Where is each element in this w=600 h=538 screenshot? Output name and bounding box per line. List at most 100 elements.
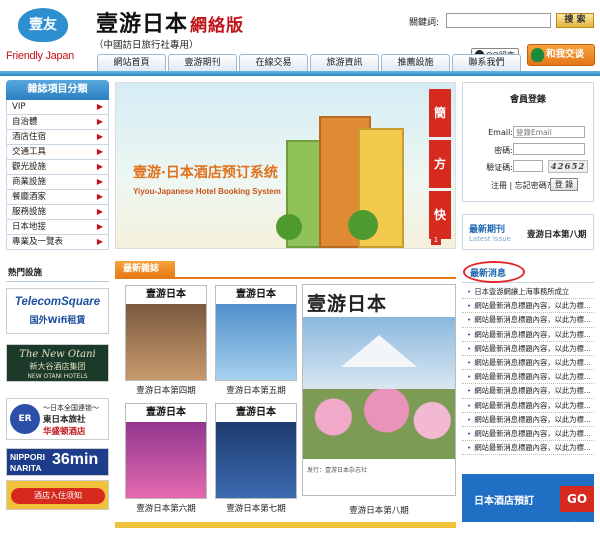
ad-narita-express[interactable]: NIPPORI NARITA 36min (6, 448, 109, 476)
chevron-right-icon: ▶ (96, 237, 103, 246)
magazine-caption[interactable]: 壹游日本第五期 (215, 384, 297, 396)
ad-hotel-notice[interactable]: 酒店入住须知 (6, 480, 109, 510)
magazine-item-7[interactable]: 壹游日本 壹游日本第七期 (215, 403, 297, 514)
search-button[interactable]: 搜 索 (556, 13, 594, 28)
hotel-booking-banner[interactable]: 壹游·日本酒店预订系统 Yiyou-Japanese Hotel Booking… (115, 82, 456, 249)
go-button[interactable]: GO > (560, 486, 594, 532)
bullet-icon: • (467, 315, 472, 325)
magazine-cover[interactable]: 壹游日本 (125, 285, 207, 381)
category-item-vip[interactable]: VIP ▶ (6, 100, 109, 115)
magazine-cover[interactable]: 壹游日本 (125, 403, 207, 499)
magazine-caption[interactable]: 壹游日本第七期 (215, 502, 297, 514)
featured-cover-footer: 发行：壹游日本杂志社 (303, 461, 455, 495)
category-label: 日本地接 (12, 222, 47, 232)
ad-washington-hotel[interactable]: ER ～日本全国連锁～ 東日本旅社 华盛顿酒店 (6, 398, 109, 440)
banner-page-number[interactable]: 1 (431, 235, 441, 245)
hotel-booking-label: 日本酒店預訂 (474, 496, 534, 507)
news-item[interactable]: • 網站最新消息標題內容，以此为標... (462, 427, 594, 442)
nav-tab-trade[interactable]: 在線交易 (239, 54, 308, 72)
ad-telecomsquare[interactable]: TelecomSquare 国外Wifi租賃 (6, 288, 109, 334)
chat-label: 和我交谈 (546, 49, 585, 60)
news-item[interactable]: • 網站最新消息標題內容，以此为標... (462, 342, 594, 356)
nav-tab-contact[interactable]: 聯系我們 (452, 54, 521, 72)
bullet-icon: • (467, 357, 472, 367)
register-link[interactable]: 注冊 (491, 181, 507, 190)
magazine-caption[interactable]: 壹游日本第四期 (125, 384, 207, 396)
magazine-cover[interactable]: 壹游日本 (215, 403, 297, 499)
magazine-item-4[interactable]: 壹游日本 壹游日本第四期 (125, 285, 207, 396)
magazine-item-5[interactable]: 壹游日本 壹游日本第五期 (215, 285, 297, 396)
news-item[interactable]: • 網站最新消息標題內容，以此为標... (462, 441, 594, 456)
password-field[interactable] (513, 143, 585, 155)
news-text: 網站最新消息標題內容，以此为標... (474, 372, 591, 382)
news-item[interactable]: • 網站最新消息標題內容，以此为標... (462, 413, 594, 427)
forgot-password-link[interactable]: 忘記密碼? (515, 181, 551, 190)
banner-tag: 簡單 (429, 89, 451, 168)
keyword-input[interactable] (446, 13, 551, 28)
news-item[interactable]: • 網站最新消息標題內容，以此为標... (462, 384, 594, 399)
latest-issue-label: 最新期刊 (469, 225, 506, 235)
email-field[interactable] (513, 126, 585, 138)
category-item-transport[interactable]: 交通工具 ▶ (6, 145, 109, 160)
news-item[interactable]: • 網站最新消息標題內容，以此为標... (462, 370, 594, 385)
logo[interactable]: 壹友 Friendly Japan (6, 6, 84, 68)
site-version: 網絡版 (190, 16, 245, 36)
captcha-image[interactable]: 42652 (548, 160, 588, 173)
ad-otani-name: The New Otani (19, 349, 96, 360)
nav-tab-travel-info[interactable]: 旅游資訊 (310, 54, 379, 72)
featured-cover-title: 壹游日本 (307, 293, 388, 315)
category-label: 自治體 (12, 117, 38, 127)
magazine-caption[interactable]: 壹游日本第六期 (125, 502, 207, 514)
category-label: 商業設施 (12, 177, 47, 187)
news-text: 網站最新消息標題內容，以此为標... (474, 329, 591, 339)
category-item-sightseeing[interactable]: 觀光設施 ▶ (6, 160, 109, 175)
featured-magazine-cover[interactable]: 壹游日本 发行：壹游日本杂志社 (302, 284, 456, 496)
news-item[interactable]: • 網站最新消息標題內容，以此为標... (462, 299, 594, 314)
featured-magazine[interactable]: 壹游日本 发行：壹游日本杂志社 壹游日本第八期 (302, 284, 456, 520)
nav-tab-journal[interactable]: 壹游期刊 (168, 54, 237, 72)
banner-title: 壹游·日本酒店预订系统 (133, 165, 278, 181)
nav-tab-home[interactable]: 網站首頁 (97, 54, 166, 72)
magazine-grid: 壹游日本 壹游日本第四期 壹游日本 壹游日本第五期 壹游日本 壹游日本第六期 壹… (115, 281, 301, 521)
ad-tele-brand: TelecomSquare (14, 296, 101, 308)
category-item-restaurant[interactable]: 餐廳酒家 ▶ (6, 190, 109, 205)
hotel-booking-button[interactable]: 日本酒店預訂 GO > (462, 474, 594, 532)
magazine-item-6[interactable]: 壹游日本 壹游日本第六期 (125, 403, 207, 514)
ad-new-otani[interactable]: The New Otani 新大谷酒店集团 NEW OTANI HOTELS (6, 344, 109, 382)
keyword-label: 關鍵詞: (409, 18, 440, 28)
category-item-service[interactable]: 服務設施 ▶ (6, 205, 109, 220)
latest-issue-panel[interactable]: 最新期刊 Latest Issue 壹游日本第八期 (462, 214, 594, 250)
category-item-hotel[interactable]: 酒店住宿 ▶ (6, 130, 109, 145)
category-item-commercial[interactable]: 商業設施 ▶ (6, 175, 109, 190)
ad-otani-cn: 新大谷酒店集团 (29, 362, 86, 371)
captcha-field[interactable] (513, 160, 543, 172)
blossom-illustration (303, 389, 455, 459)
category-item-municipality[interactable]: 自治體 ▶ (6, 115, 109, 130)
news-text: 網站最新消息標題內容，以此为標... (474, 315, 591, 325)
chat-button[interactable]: 和我交谈 (527, 44, 595, 66)
bullet-icon: • (467, 287, 472, 296)
bullet-icon: • (467, 414, 472, 424)
latest-issue-name[interactable]: 壹游日本第八期 (527, 228, 587, 240)
hotel-seal-icon: ER (10, 404, 40, 434)
ad-narita-time: 36min (52, 451, 99, 468)
news-item[interactable]: • 網站最新消息標題內容，以此为標... (462, 356, 594, 371)
category-label: 觀光設施 (12, 162, 47, 172)
news-item[interactable]: • 網站最新消息標題內容，以此为標... (462, 399, 594, 413)
cover-title: 壹游日本 (126, 286, 206, 304)
category-item-local-agency[interactable]: 日本地接 ▶ (6, 220, 109, 235)
news-item[interactable]: • 網站最新消息標題內容，以此为標... (462, 313, 594, 328)
featured-magazine-caption[interactable]: 壹游日本第八期 (302, 504, 456, 516)
magazine-cover[interactable]: 壹游日本 (215, 285, 297, 381)
site-title-text: 壹游日本 (96, 11, 189, 37)
news-item[interactable]: • 網站最新消息標題內容，以此为標... (462, 328, 594, 342)
hot-facilities-header: 熱門設施 (6, 266, 109, 282)
bullet-icon: • (467, 443, 472, 453)
bullet-icon: • (467, 301, 472, 311)
nav-tab-facilities[interactable]: 推薦設施 (381, 54, 450, 72)
login-title: 會員登錄 (509, 95, 546, 105)
cover-title: 壹游日本 (216, 404, 296, 422)
login-button[interactable]: 登 錄 (550, 178, 578, 191)
news-item[interactable]: • 日本壹游網讓上海事務所成立 (462, 285, 594, 300)
category-item-directory[interactable]: 專業及一覽表 ▶ (6, 235, 109, 250)
